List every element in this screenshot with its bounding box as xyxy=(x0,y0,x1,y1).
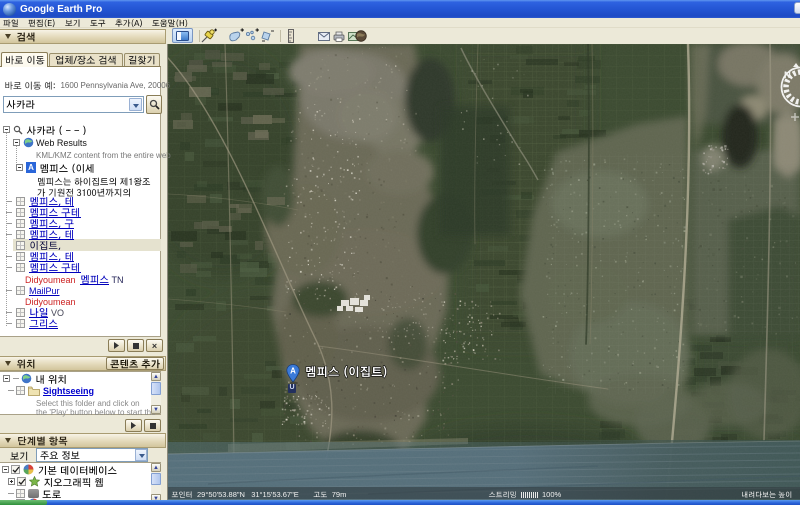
svg-text:N: N xyxy=(784,70,791,81)
svg-text:A: A xyxy=(290,367,296,376)
